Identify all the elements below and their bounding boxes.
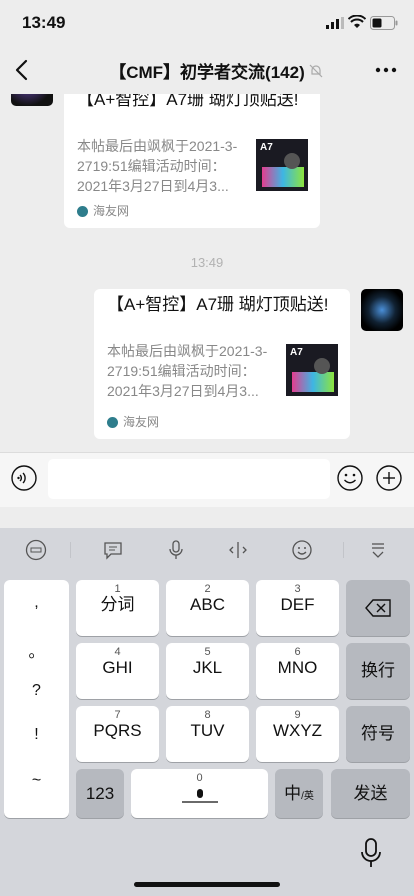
newline-key[interactable]: 换行 [346, 643, 410, 699]
smiley-icon[interactable] [291, 539, 313, 561]
key-label: 中/英 [275, 769, 323, 821]
punctuation-key[interactable]: ~ [4, 772, 69, 790]
key-label: WXYZ [272, 721, 323, 740]
key-label: 分词 [100, 595, 135, 614]
link-card-source-label: 海友网 [123, 415, 160, 429]
key-number: 2 [204, 583, 211, 595]
key-label: 换行 [361, 661, 395, 680]
key-number: 6 [294, 646, 301, 658]
toolbar-divider [343, 542, 344, 558]
punctuation-key[interactable]: ? [4, 682, 69, 700]
battery-icon [370, 16, 398, 30]
my-avatar[interactable] [361, 289, 403, 331]
cursor-move-icon[interactable] [227, 539, 249, 561]
source-icon [77, 206, 88, 218]
key-label: PQRS [93, 721, 142, 740]
mute-bell-icon [309, 64, 323, 78]
numeric-switch-key[interactable]: 123 [76, 769, 124, 818]
key-1[interactable]: 1 分词 [76, 580, 159, 636]
key-number: 8 [204, 709, 211, 721]
key-number: 5 [204, 646, 211, 658]
punctuation-key[interactable]: , [4, 594, 69, 612]
link-card-source-label: 海友网 [93, 204, 130, 218]
toolbar-divider [70, 542, 71, 558]
key-4[interactable]: 4 GHI [76, 643, 159, 699]
key-7[interactable]: 7 PQRS [76, 706, 159, 762]
space-mic-icon [181, 789, 218, 803]
link-card-message[interactable]: 【A+智控】A7珊 瑚灯顶贴送! 本帖最后由飒枫于2021-3-2719:51编… [64, 94, 320, 228]
key-8[interactable]: 8 TUV [166, 706, 249, 762]
key-5[interactable]: 5 JKL [166, 643, 249, 699]
link-card-thumbnail: A7 [286, 344, 338, 396]
key-number: 4 [114, 646, 121, 658]
send-key[interactable]: 发送 [331, 769, 410, 818]
link-card-source: 海友网 [107, 413, 159, 430]
delete-key[interactable] [346, 580, 410, 636]
back-arrow-icon[interactable] [10, 56, 34, 84]
chat-bubble-icon[interactable] [102, 539, 124, 561]
thumbnail-label: A7 [290, 347, 303, 358]
link-card-message[interactable]: 【A+智控】A7珊 瑚灯顶贴送! 本帖最后由飒枫于2021-3-2719:51编… [94, 289, 350, 439]
link-card-description: 本帖最后由飒枫于2021-3-2719:51编辑活动时间：2021年3月27日到… [107, 343, 268, 399]
key-label: JKL [192, 658, 223, 677]
microphone-icon[interactable] [165, 539, 187, 561]
punctuation-column[interactable]: , 。 ? ! ~ [4, 580, 69, 818]
backspace-icon [365, 599, 391, 617]
key-number: 9 [294, 709, 301, 721]
message-input[interactable] [48, 459, 330, 499]
punctuation-key[interactable]: ! [4, 726, 69, 744]
key-label: 123 [85, 784, 115, 803]
punctuation-key[interactable]: 。 [4, 638, 69, 662]
lang-sub-label: /英 [301, 791, 314, 802]
chat-timestamp: 13:49 [190, 255, 224, 270]
key-label: MNO [277, 658, 318, 677]
link-card-source: 海友网 [77, 202, 129, 219]
key-6[interactable]: 6 MNO [256, 643, 339, 699]
key-number: 7 [114, 709, 121, 721]
key-label: GHI [102, 658, 133, 677]
link-card-description: 本帖最后由飒枫于2021-3-2719:51编辑活动时间：2021年3月27日到… [77, 138, 238, 194]
language-switch-key[interactable]: 中/英 [275, 769, 323, 818]
thumbnail-label: A7 [260, 142, 273, 153]
voice-input-icon[interactable] [11, 465, 37, 491]
key-label: TUV [190, 721, 225, 740]
home-indicator [134, 882, 280, 887]
input-method-icon[interactable] [25, 539, 47, 561]
link-card-title: 【A+智控】A7珊 瑚灯顶贴送! [77, 94, 299, 109]
key-label: 符号 [361, 724, 395, 743]
status-time: 13:49 [22, 13, 66, 32]
emoji-icon[interactable] [337, 465, 363, 491]
space-key[interactable]: 0 [131, 769, 268, 818]
cellular-signal-icon [326, 17, 344, 29]
wifi-icon [348, 15, 366, 28]
key-number: 1 [114, 583, 121, 595]
keyboard-hide-icon[interactable] [367, 539, 389, 561]
plus-icon[interactable] [376, 465, 402, 491]
key-9[interactable]: 9 WXYZ [256, 706, 339, 762]
key-label: 发送 [353, 784, 388, 803]
key-3[interactable]: 3 DEF [256, 580, 339, 636]
chat-title: 【CMF】初学者交流(142) [109, 63, 305, 82]
symbols-key[interactable]: 符号 [346, 706, 410, 762]
link-card-thumbnail: A7 [256, 139, 308, 191]
link-card-title: 【A+智控】A7珊 瑚灯顶贴送! [107, 295, 329, 314]
keyboard-toolbar [0, 528, 414, 570]
key-2[interactable]: 2 ABC [166, 580, 249, 636]
more-dots-icon[interactable] [374, 62, 398, 78]
key-label: DEF [280, 595, 315, 614]
key-label: ABC [190, 595, 225, 614]
key-number: 3 [294, 583, 301, 595]
lang-main-label: 中 [284, 784, 302, 803]
dictation-microphone-icon[interactable] [360, 838, 382, 868]
chat-message-list[interactable]: 【A+智控】A7珊 瑚灯顶贴送! 本帖最后由飒枫于2021-3-2719:51编… [0, 94, 414, 452]
source-icon [107, 417, 118, 429]
key-number: 0 [196, 772, 203, 784]
sender-avatar[interactable] [11, 94, 53, 106]
